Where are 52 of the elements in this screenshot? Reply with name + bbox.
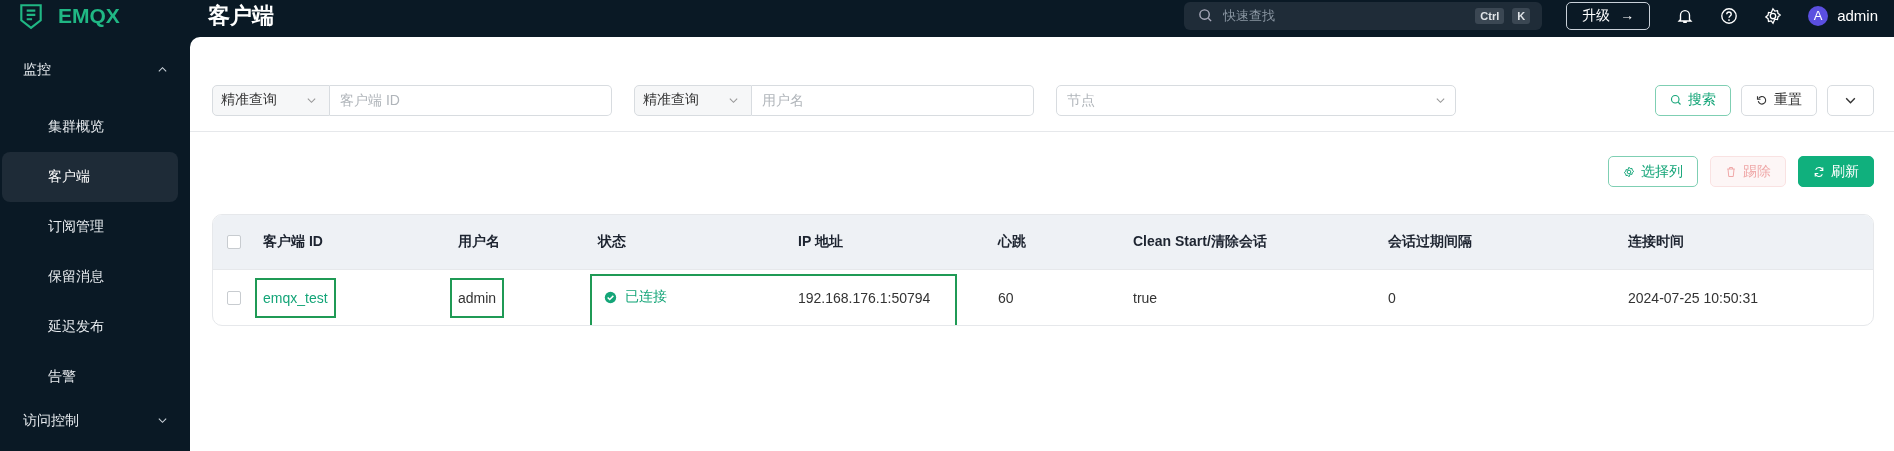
key-hint: Ctrl <box>1475 7 1505 24</box>
check-circle-icon <box>604 290 617 304</box>
logo-icon <box>18 1 44 30</box>
column-header: IP 地址 <box>797 233 844 251</box>
logo-text: EMQX <box>58 3 120 28</box>
column-header: Clean Start/清除会话 <box>1132 233 1268 251</box>
mode-select[interactable]: 精准查询 <box>212 84 330 116</box>
table-cell: 0 <box>1388 289 1396 306</box>
settings-icon <box>1623 165 1635 178</box>
table-cell: 2024-07-25 10:50:31 <box>1628 289 1758 306</box>
settings-icon[interactable] <box>1764 6 1783 25</box>
chevron-icon <box>157 415 168 426</box>
quick-search-bar[interactable]: 快速查找 Ctrl K <box>1184 1 1543 30</box>
column-header: 会话过期间隔 <box>1387 233 1473 251</box>
sidebar-item[interactable]: 客户端 <box>2 152 178 202</box>
sidebar-item[interactable]: 告警 <box>2 352 178 402</box>
mode-select[interactable]: 精准查询 <box>634 84 752 116</box>
checkbox[interactable] <box>227 290 241 305</box>
column-header: 客户端 ID <box>262 233 324 251</box>
sidebar-item[interactable]: 保留消息 <box>2 252 178 302</box>
column-header: 状态 <box>596 233 627 251</box>
filter-field[interactable]: 用户名 <box>752 84 1034 116</box>
key-hint: K <box>1512 7 1531 24</box>
quick-search-field[interactable]: 快速查找 <box>1221 7 1468 24</box>
node-select[interactable]: 节点 <box>1056 84 1456 116</box>
column-header: 心跳 <box>996 233 1027 251</box>
column-header: 连接时间 <box>1627 233 1685 251</box>
checkbox[interactable] <box>227 235 241 249</box>
sidebar-group[interactable]: 访问控制 <box>0 402 190 439</box>
column-header: 用户名 <box>457 233 501 251</box>
search-icon <box>1670 94 1682 106</box>
table-cell: admin <box>450 277 505 318</box>
reset-icon <box>1756 94 1768 106</box>
user-avatar[interactable]: A <box>1808 5 1829 26</box>
page-title: 客户端 <box>208 1 274 30</box>
trash-icon <box>1725 165 1737 178</box>
sidebar-item[interactable]: 订阅管理 <box>2 202 178 252</box>
search-icon <box>1198 8 1214 23</box>
sidebar-item[interactable]: 集群概览 <box>2 102 178 152</box>
upgrade-button[interactable]: 升级 → <box>1566 1 1651 30</box>
refresh-icon <box>1813 165 1825 178</box>
table-cell: 192.168.176.1:50794 <box>798 289 931 306</box>
sidebar-group[interactable]: 监控 <box>0 51 190 88</box>
reset-button[interactable]: 重置 <box>1741 84 1817 116</box>
table-cell: 60 <box>998 289 1014 306</box>
help-icon[interactable] <box>1720 6 1739 25</box>
status-label: 已连接 <box>604 288 667 307</box>
chevron-icon <box>157 64 168 75</box>
filter-field[interactable]: 客户端 ID <box>330 84 612 116</box>
table-cell: true <box>1133 289 1158 306</box>
sidebar-item[interactable]: 延迟发布 <box>2 302 178 352</box>
user-name[interactable]: admin <box>1837 7 1878 24</box>
